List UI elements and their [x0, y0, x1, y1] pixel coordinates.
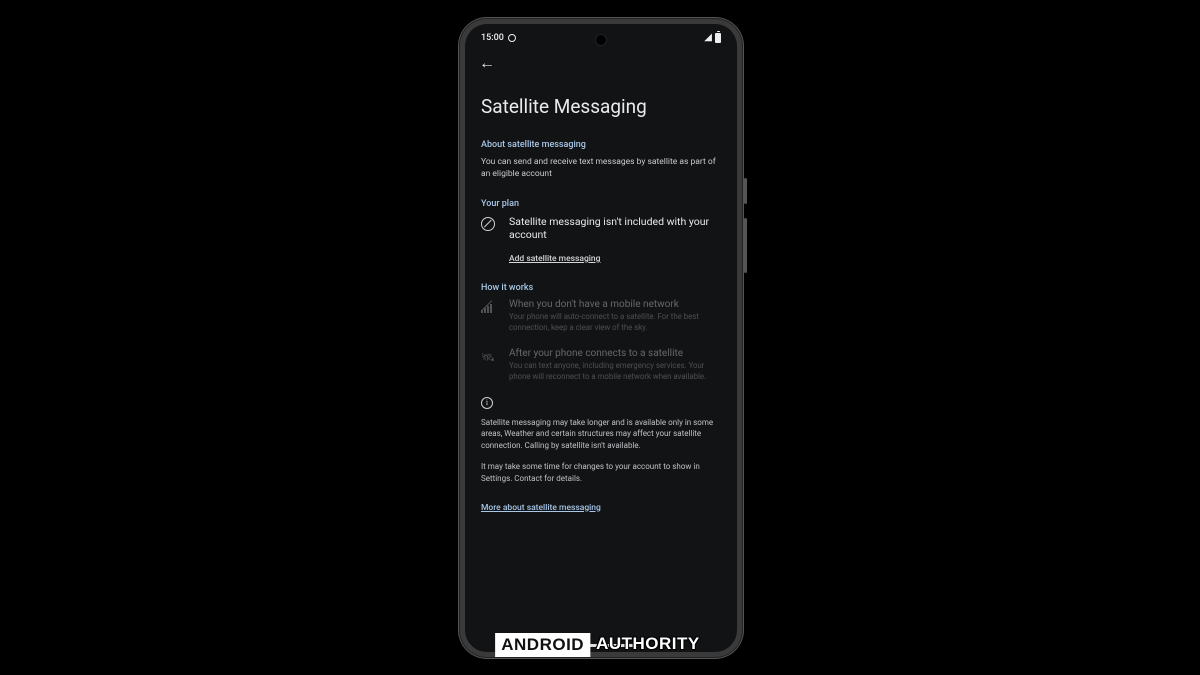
clock-icon [508, 34, 516, 42]
page-title: Satellite Messaging [481, 95, 721, 118]
about-header: About satellite messaging [481, 140, 721, 150]
how-item: 🛰 After your phone connects to a satelli… [481, 348, 721, 383]
how-item-desc: Your phone will auto-connect to a satell… [509, 312, 721, 334]
battery-icon [715, 33, 721, 43]
content-area: Satellite Messaging About satellite mess… [465, 95, 737, 514]
plan-section: Your plan Satellite messaging isn't incl… [481, 199, 721, 265]
how-item: When you don't have a mobile network You… [481, 299, 721, 334]
how-item-title: After your phone connects to a satellite [509, 348, 721, 359]
no-signal-icon [481, 299, 497, 313]
phone-screen: 15:00 ◢ ← Satellite Messaging About sate… [465, 24, 737, 652]
more-about-link[interactable]: More about satellite messaging [481, 503, 601, 513]
how-item-title: When you don't have a mobile network [509, 299, 721, 310]
plan-status-title: Satellite messaging isn't included with … [509, 215, 721, 242]
satellite-icon: 🛰 [481, 348, 497, 364]
front-camera [595, 34, 607, 46]
add-satellite-messaging-link[interactable]: Add satellite messaging [509, 254, 601, 264]
watermark-right: AUTHORITY [590, 633, 705, 657]
back-button[interactable]: ← [479, 53, 495, 73]
watermark: ANDROID AUTHORITY [495, 633, 705, 657]
watermark-left: ANDROID [495, 633, 590, 657]
side-button-power [744, 178, 747, 204]
phone-frame: 15:00 ◢ ← Satellite Messaging About sate… [459, 18, 743, 658]
disclaimer-1: Satellite messaging may take longer and … [481, 417, 721, 452]
info-icon: i [481, 397, 721, 409]
about-section: About satellite messaging You can send a… [481, 140, 721, 181]
prohibit-icon [481, 215, 497, 231]
side-button-volume [744, 218, 747, 273]
toolbar: ← [465, 47, 737, 73]
disclaimer-2: It may take some time for changes to you… [481, 461, 721, 484]
how-it-works-section: How it works When you don't have a mobil… [481, 283, 721, 383]
wifi-icon: ◢ [704, 32, 712, 43]
how-item-desc: You can text anyone, including emergency… [509, 361, 721, 383]
plan-header: Your plan [481, 199, 721, 209]
how-header: How it works [481, 283, 721, 293]
status-time: 15:00 [481, 33, 504, 43]
about-body: You can send and receive text messages b… [481, 156, 721, 181]
